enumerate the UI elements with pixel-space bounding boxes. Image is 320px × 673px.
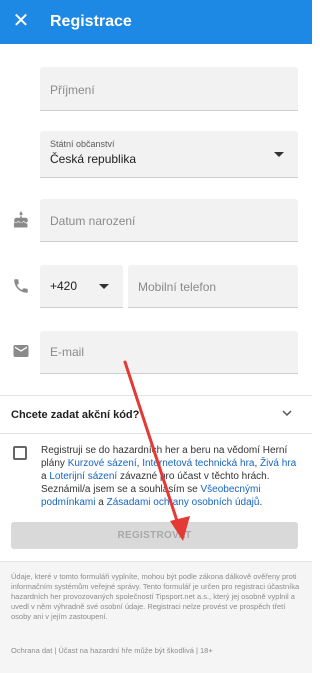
- consent-separator: a: [95, 497, 107, 508]
- citizenship-label: Státní občanství: [50, 139, 115, 149]
- phone-placeholder: Mobilní telefon: [138, 280, 217, 294]
- footer: Údaje, které v tomto formuláři vyplníte,…: [0, 561, 312, 673]
- birthdate-field[interactable]: Datum narození: [40, 199, 298, 242]
- chevron-down-icon: [282, 410, 292, 417]
- dropdown-caret-icon: [274, 152, 284, 157]
- consent-text: Registruji se do hazardních her a beru n…: [41, 444, 301, 509]
- page-title: Registrace: [50, 13, 132, 30]
- link-zasady-ochrany-udaju[interactable]: Zásadami ochrany osobních údajů: [107, 497, 260, 508]
- citizenship-select[interactable]: Státní občanství Česká republika: [40, 131, 298, 178]
- phone-prefix-select[interactable]: +420: [40, 265, 123, 308]
- promo-code-toggle[interactable]: Chcete zadat akční kód?: [0, 395, 312, 433]
- birthdate-placeholder: Datum narození: [50, 214, 136, 228]
- close-icon[interactable]: ✕: [10, 10, 32, 32]
- email-icon: [13, 345, 29, 357]
- consent-text-part: .: [259, 497, 263, 508]
- surname-placeholder: Příjmení: [50, 83, 95, 97]
- cake-icon: [13, 211, 28, 228]
- register-button[interactable]: REGISTROVAT: [11, 522, 298, 549]
- phone-prefix-value: +420: [50, 279, 78, 293]
- link-loterijni-sazeni[interactable]: Loterijní sázení: [49, 471, 117, 482]
- link-internetova-technicka-hra[interactable]: Internetová technická hra: [142, 458, 254, 469]
- consent-checkbox[interactable]: [13, 446, 27, 460]
- promo-code-label: Chcete zadat akční kód?: [11, 409, 140, 421]
- phone-field[interactable]: Mobilní telefon: [128, 265, 298, 308]
- link-ziva-hra[interactable]: Živá hra: [260, 458, 296, 469]
- surname-field[interactable]: Příjmení: [40, 67, 298, 111]
- citizenship-value: Česká republika: [50, 152, 137, 166]
- dropdown-caret-icon: [99, 284, 109, 289]
- phone-icon: [14, 279, 28, 293]
- link-kurzove-sazeni[interactable]: Kurzové sázení: [68, 458, 137, 469]
- app-bar: ✕ Registrace: [0, 0, 312, 44]
- divider: [0, 433, 312, 434]
- footer-notice: Údaje, které v tomto formuláři vyplníte,…: [11, 572, 300, 621]
- footer-legal: Ochrana dat | Účast na hazardní hře může…: [11, 646, 213, 655]
- email-field[interactable]: E-mail: [40, 331, 298, 374]
- email-placeholder: E-mail: [50, 345, 85, 359]
